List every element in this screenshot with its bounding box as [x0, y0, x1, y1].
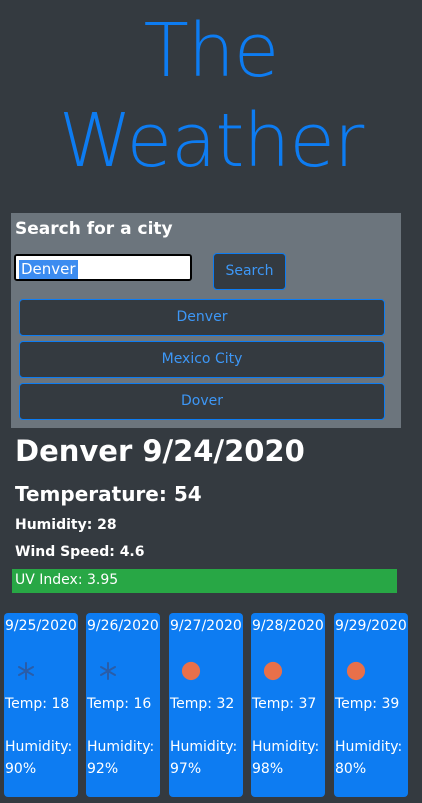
forecast-humidity: Humidity: 92% — [87, 739, 155, 777]
forecast-date: 9/27/2020 — [170, 618, 242, 634]
history-button-denver[interactable]: Denver — [19, 299, 385, 336]
snowflake-icon — [16, 661, 36, 681]
current-wind-speed: Wind Speed: 4.6 — [15, 544, 145, 560]
search-button[interactable]: Search — [213, 253, 286, 290]
current-humidity: Humidity: 28 — [15, 517, 117, 533]
forecast-card: 9/29/2020 Temp: 39 Humidity: 80% — [334, 613, 408, 797]
search-panel: Search for a city Denver Search Denver M… — [11, 213, 401, 428]
forecast-card: 9/26/2020 Temp: 16 Humidity: 92% — [86, 613, 160, 797]
forecast-humidity: Humidity: 90% — [5, 739, 73, 777]
search-heading: Search for a city — [15, 219, 173, 239]
history-button-mexico-city[interactable]: Mexico City — [19, 341, 385, 378]
forecast-temp: Temp: 39 — [335, 696, 400, 712]
forecast-temp: Temp: 37 — [252, 696, 317, 712]
forecast-temp: Temp: 16 — [87, 696, 152, 712]
forecast-date: 9/29/2020 — [335, 618, 407, 634]
uv-index-bar: UV Index: 3.95 — [12, 569, 397, 593]
uv-index-text: UV Index: 3.95 — [15, 572, 119, 588]
forecast-date: 9/26/2020 — [87, 618, 159, 634]
history-button-dover[interactable]: Dover — [19, 383, 385, 420]
city-search-input[interactable] — [14, 254, 192, 281]
forecast-card: 9/28/2020 Temp: 37 Humidity: 98% — [251, 613, 325, 797]
app-title: The Weather — [0, 6, 422, 186]
forecast-date: 9/28/2020 — [252, 618, 324, 634]
forecast-humidity: Humidity: 97% — [170, 739, 238, 777]
forecast-card: 9/25/2020 Temp: 18 Humidity: 90% — [4, 613, 78, 797]
snowflake-icon — [98, 661, 118, 681]
forecast-temp: Temp: 18 — [5, 696, 70, 712]
sun-icon — [181, 661, 201, 681]
sun-icon — [346, 661, 366, 681]
current-city-date: Denver 9/24/2020 — [15, 434, 305, 468]
sun-icon — [263, 661, 283, 681]
app-title-line1: The — [143, 8, 280, 94]
current-temperature: Temperature: 54 — [15, 482, 202, 506]
forecast-date: 9/25/2020 — [5, 618, 77, 634]
forecast-temp: Temp: 32 — [170, 696, 235, 712]
forecast-card: 9/27/2020 Temp: 32 Humidity: 97% — [169, 613, 243, 797]
app-title-line2: Weather — [58, 98, 365, 184]
forecast-humidity: Humidity: 80% — [335, 739, 403, 777]
forecast-humidity: Humidity: 98% — [252, 739, 320, 777]
